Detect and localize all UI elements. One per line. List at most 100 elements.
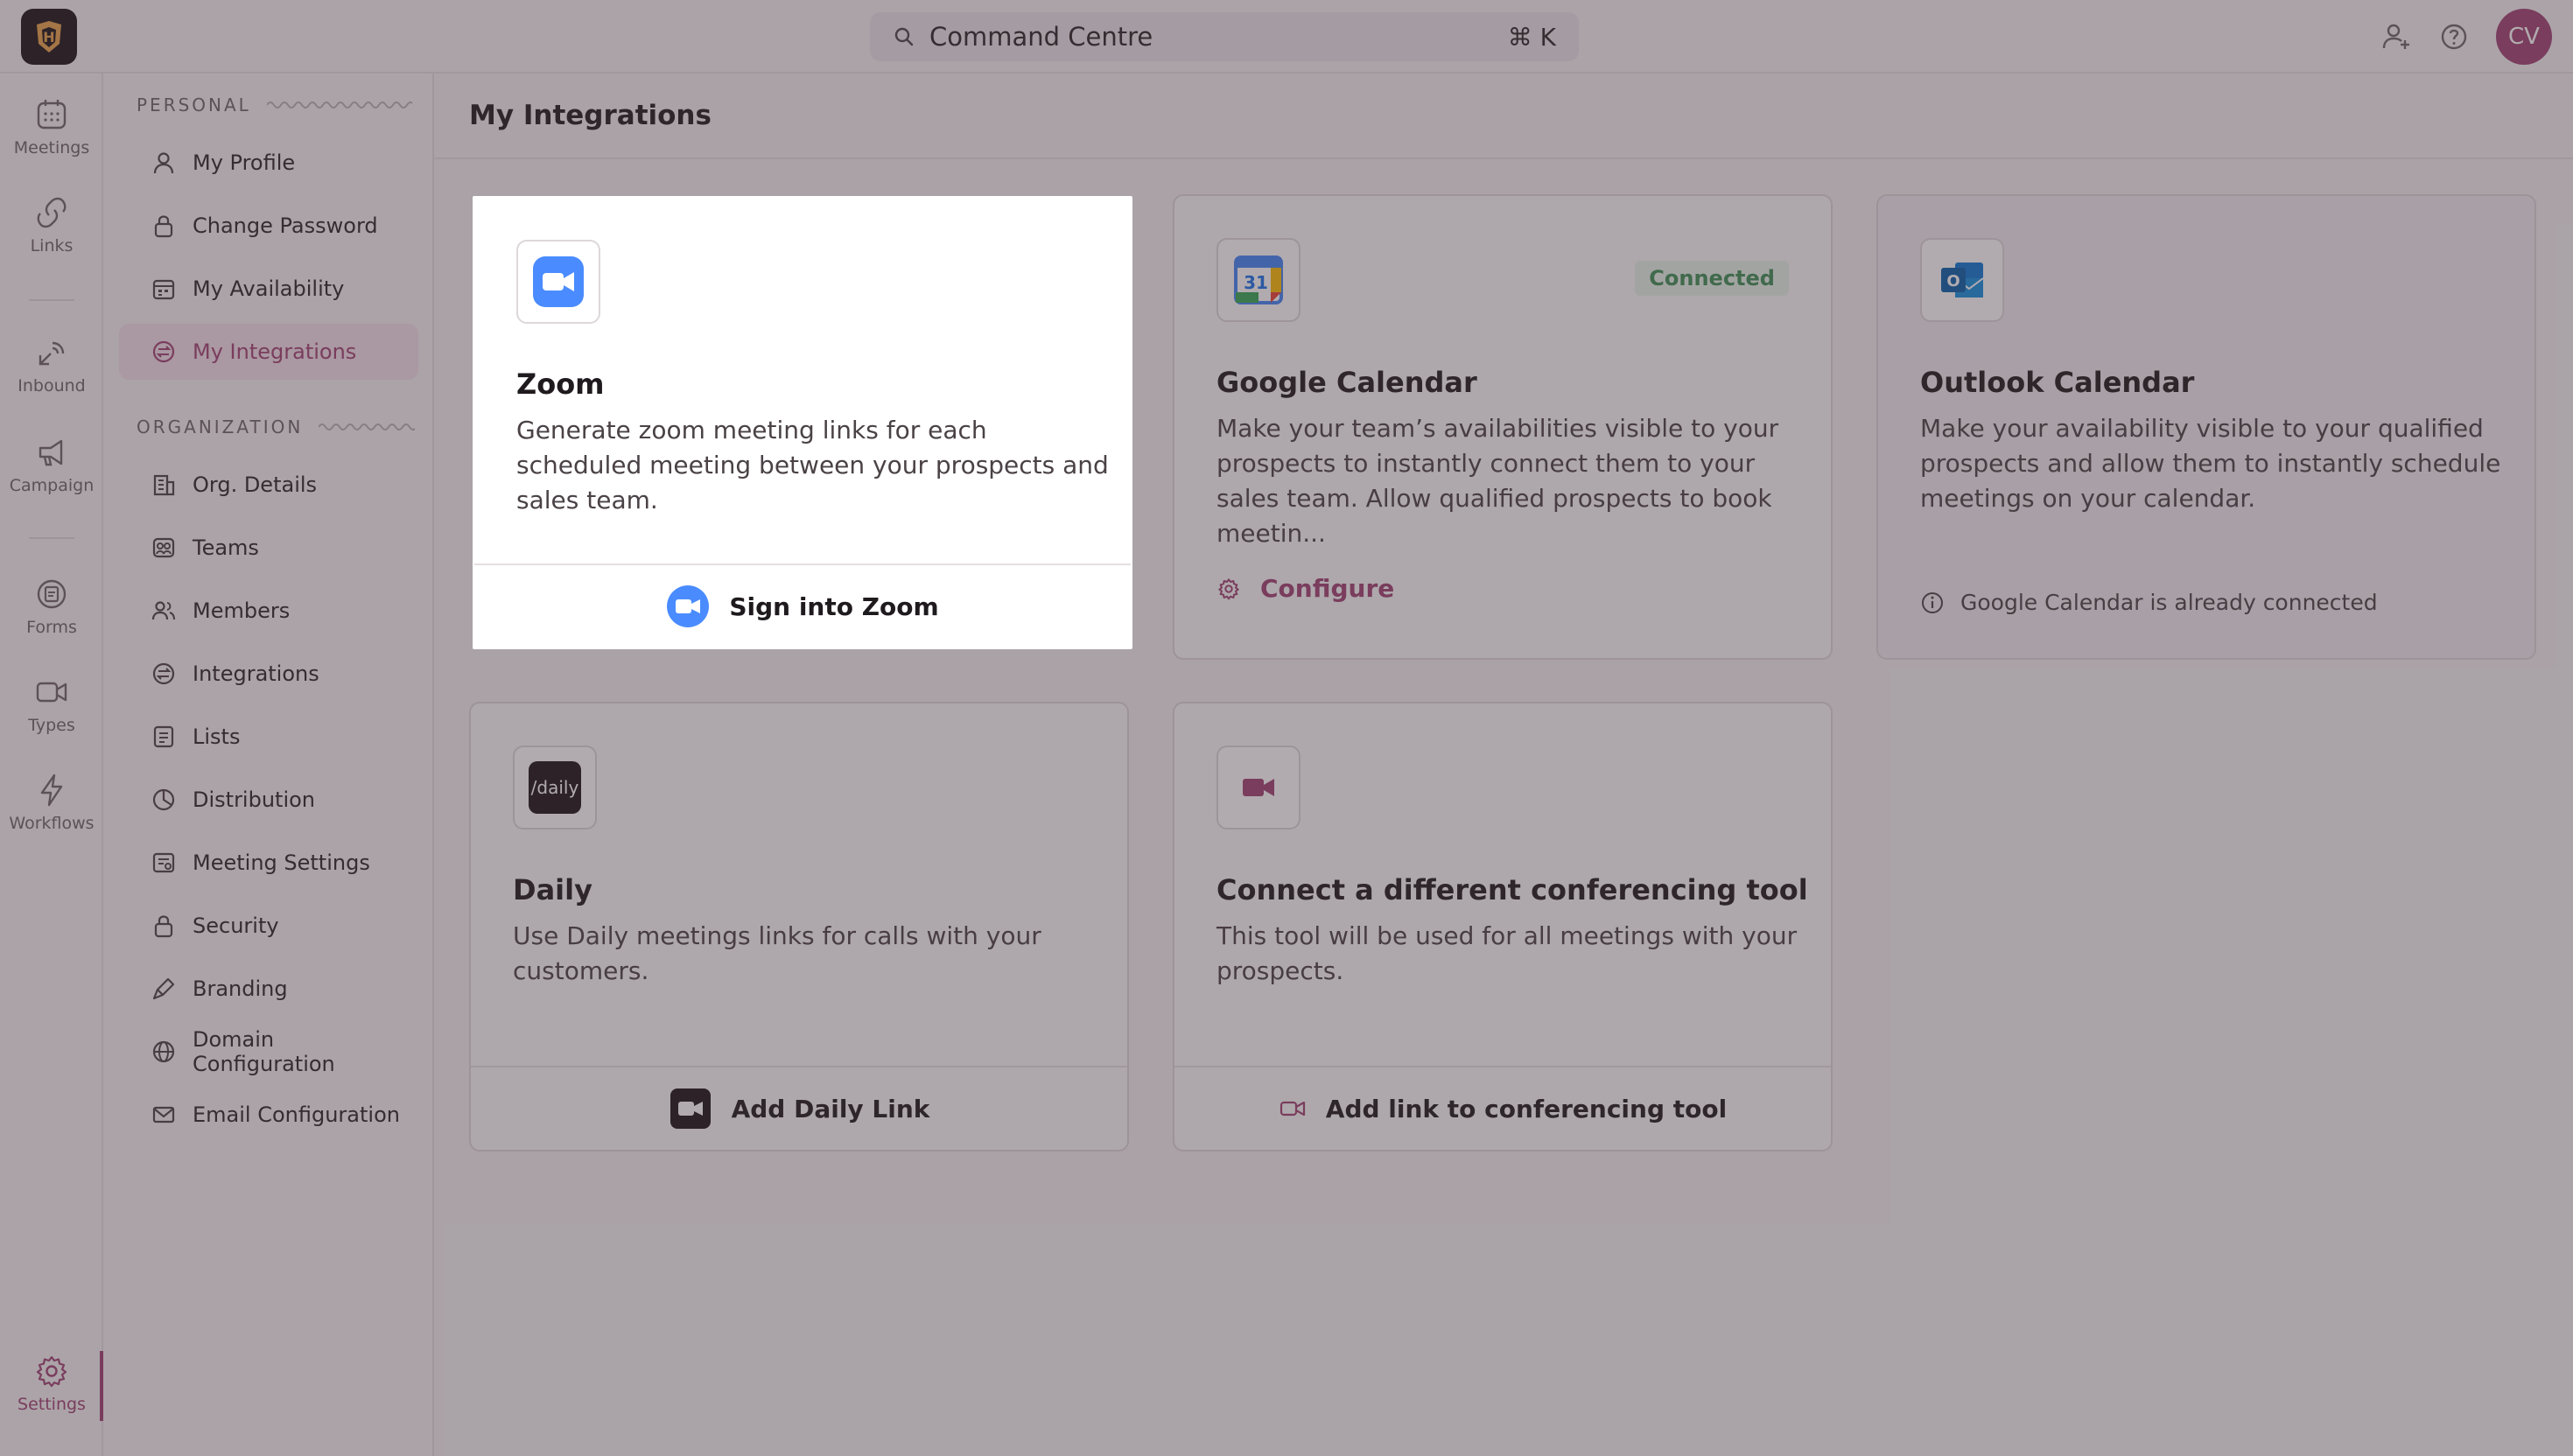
- sidebar-item-teams[interactable]: Teams: [119, 520, 418, 576]
- daily-video-icon: [670, 1088, 711, 1129]
- sidebar-item-label: Distribution: [193, 788, 316, 812]
- integrations-icon: [152, 662, 175, 685]
- settings-sidebar: PERSONAL My Profile Change Password My A…: [103, 74, 434, 1456]
- rail-label: Forms: [26, 618, 77, 637]
- configure-button[interactable]: Configure: [1216, 574, 1394, 603]
- integration-card-other-tool: Connect a different conferencing tool Th…: [1173, 702, 1833, 1152]
- sidebar-item-members[interactable]: Members: [119, 583, 418, 639]
- google-calendar-logo: 31: [1216, 238, 1301, 322]
- sidebar-item-integrations[interactable]: Integrations: [119, 646, 418, 702]
- integration-card-zoom[interactable]: Zoom Generate zoom meeting links for eac…: [473, 196, 1132, 649]
- rail-divider: [29, 299, 74, 301]
- app-page: H Command Centre ⌘ K CV Meetings Links I…: [0, 0, 2573, 1456]
- help-icon[interactable]: [2436, 19, 2471, 54]
- sidebar-item-label: Lists: [193, 724, 241, 749]
- rail-item-workflows[interactable]: Workflows: [0, 772, 103, 833]
- wave-decoration-icon: [266, 102, 412, 108]
- sidebar-item-my-integrations[interactable]: My Integrations: [119, 324, 418, 380]
- forms-icon: [37, 579, 67, 609]
- info-icon: [1922, 592, 1943, 613]
- sidebar-item-label: Security: [193, 914, 279, 938]
- app-logo[interactable]: H: [21, 9, 77, 65]
- add-user-icon[interactable]: [2379, 19, 2414, 54]
- connected-badge: Connected: [1635, 261, 1789, 296]
- svg-text:H: H: [43, 29, 54, 46]
- sidebar-item-domain-configuration[interactable]: Domain Configuration: [119, 1024, 418, 1080]
- command-centre-search[interactable]: Command Centre ⌘ K: [870, 12, 1579, 61]
- inbound-icon: [39, 341, 65, 366]
- members-icon: [151, 601, 175, 620]
- daily-logo-text: /daily: [529, 761, 581, 814]
- sidebar-item-my-availability[interactable]: My Availability: [119, 261, 418, 317]
- meeting-settings-icon: [152, 852, 175, 873]
- rail-item-forms[interactable]: Forms: [0, 576, 103, 637]
- sidebar-item-org-details[interactable]: Org. Details: [119, 457, 418, 513]
- sidebar-item-change-password[interactable]: Change Password: [119, 198, 418, 254]
- lock-icon: [154, 215, 173, 238]
- top-bar: H Command Centre ⌘ K CV: [0, 0, 2573, 74]
- card-description: Generate zoom meeting links for each sch…: [516, 416, 1109, 514]
- wave-decoration-icon: [319, 424, 416, 430]
- sidebar-heading-personal: PERSONAL: [137, 94, 412, 116]
- pie-icon: [152, 788, 175, 811]
- card-title: Daily: [513, 873, 592, 906]
- sidebar-item-email-configuration[interactable]: Email Configuration: [119, 1087, 418, 1143]
- svg-text:31: 31: [1244, 272, 1268, 293]
- sidebar-item-label: Domain Configuration: [193, 1027, 335, 1076]
- rail-item-links[interactable]: Links: [0, 194, 103, 256]
- sign-into-zoom-label: Sign into Zoom: [729, 592, 939, 621]
- sidebar-item-label: My Availability: [193, 276, 345, 301]
- search-label: Command Centre: [929, 22, 1153, 52]
- video-camera-icon: [1279, 1101, 1305, 1116]
- heading-label: ORGANIZATION: [137, 416, 304, 438]
- integration-card-outlook-calendar: O Outlook Calendar Make your availabilit…: [1876, 194, 2536, 660]
- rail-label: Types: [28, 716, 75, 735]
- rail-item-campaign[interactable]: Campaign: [0, 434, 103, 495]
- rail-item-types[interactable]: Types: [0, 674, 103, 735]
- sidebar-heading-organization: ORGANIZATION: [137, 416, 416, 438]
- sidebar-item-label: Change Password: [193, 214, 378, 238]
- brush-icon: [152, 977, 175, 1000]
- integration-card-daily: /daily Daily Use Daily meetings links fo…: [469, 702, 1129, 1152]
- sidebar-item-distribution[interactable]: Distribution: [119, 772, 418, 828]
- video-types-icon: [36, 682, 67, 703]
- add-conferencing-link-button[interactable]: Add link to conferencing tool: [1174, 1066, 1831, 1150]
- rail-item-meetings[interactable]: Meetings: [0, 96, 103, 158]
- integrations-icon: [152, 340, 175, 363]
- rail-label: Workflows: [9, 814, 95, 833]
- search-shortcut: ⌘ K: [1507, 22, 1556, 52]
- sidebar-item-my-profile[interactable]: My Profile: [119, 135, 418, 191]
- rail-item-inbound[interactable]: Inbound: [0, 334, 103, 396]
- megaphone-icon: [39, 439, 63, 466]
- integration-card-google-calendar: 31 Connected Google Calendar Make your t…: [1173, 194, 1833, 660]
- zoom-icon: [533, 256, 584, 307]
- sidebar-item-lists[interactable]: Lists: [119, 709, 418, 765]
- card-description: Make your availability visible to your q…: [1920, 414, 2501, 513]
- note-text: Google Calendar is already connected: [1960, 590, 2378, 615]
- page-title: My Integrations: [469, 100, 712, 131]
- user-avatar[interactable]: CV: [2496, 9, 2552, 65]
- link-icon: [37, 197, 67, 228]
- sidebar-item-security[interactable]: Security: [119, 898, 418, 954]
- add-daily-link-button[interactable]: Add Daily Link: [471, 1066, 1127, 1150]
- card-title: Zoom: [516, 368, 605, 401]
- rail-item-settings[interactable]: Settings: [0, 1353, 103, 1414]
- card-title: Outlook Calendar: [1920, 366, 2195, 399]
- sidebar-item-label: Email Configuration: [193, 1102, 400, 1127]
- already-connected-note: Google Calendar is already connected: [1920, 590, 2378, 615]
- sidebar-item-meeting-settings[interactable]: Meeting Settings: [119, 835, 418, 891]
- conferencing-logo: [1216, 746, 1301, 830]
- title-divider: [434, 158, 2573, 159]
- card-title: Google Calendar: [1216, 366, 1477, 399]
- sidebar-item-branding[interactable]: Branding: [119, 961, 418, 1017]
- globe-icon: [152, 1040, 175, 1063]
- rail-label: Settings: [18, 1395, 86, 1414]
- calendar-icon: [37, 100, 67, 130]
- sidebar-item-label: Teams: [193, 536, 259, 560]
- logo-icon: H: [37, 21, 61, 52]
- sign-into-zoom-button[interactable]: Sign into Zoom: [474, 564, 1131, 648]
- card-description: This tool will be used for all meetings …: [1216, 921, 1798, 985]
- zoom-logo: [516, 240, 600, 324]
- rail-label: Inbound: [18, 376, 86, 396]
- gear-icon: [36, 1355, 67, 1388]
